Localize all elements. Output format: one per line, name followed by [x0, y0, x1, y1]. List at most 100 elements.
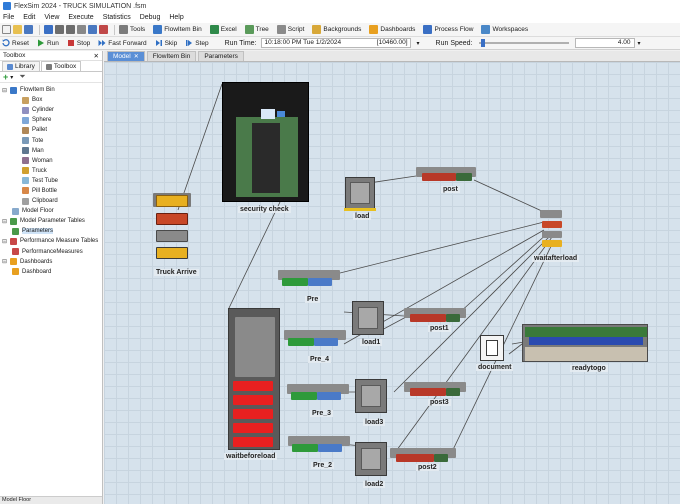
fast-forward-button[interactable]: Fast Forward	[98, 39, 147, 47]
collapse-icon[interactable]: ⊟	[2, 238, 8, 245]
processor-load3[interactable]	[355, 379, 387, 413]
tab-library[interactable]: Library	[2, 61, 40, 71]
queue-waitafterload[interactable]	[536, 208, 566, 250]
processor-post2[interactable]	[390, 448, 456, 464]
tree-item[interactable]: Cylinder	[0, 105, 102, 115]
tree-item[interactable]: ⊟ Performance Measure Tables	[0, 236, 102, 246]
woman-icon	[22, 157, 29, 165]
processor-load1[interactable]	[352, 301, 384, 335]
color-icon[interactable]	[99, 25, 108, 34]
create-objects-icon[interactable]	[77, 25, 86, 34]
tree-item[interactable]: ⊟ FlowItem Bin	[0, 85, 102, 95]
tab-toolbox[interactable]: Toolbox	[40, 61, 82, 71]
tree-item[interactable]: Test Tube	[0, 176, 102, 186]
tree-item[interactable]: Tote	[0, 135, 102, 145]
add-dropdown-icon[interactable]: ▾	[10, 74, 13, 81]
collapse-icon[interactable]: ⊟	[2, 218, 8, 225]
menu-execute[interactable]: Execute	[68, 14, 93, 21]
collapse-icon[interactable]: ⊟	[2, 258, 8, 265]
tree-item[interactable]: Pallet	[0, 125, 102, 135]
menu-help[interactable]: Help	[169, 14, 183, 21]
filter-icon[interactable]: ⏷	[19, 72, 25, 82]
layout-icon[interactable]	[88, 25, 97, 34]
tab-flowitem-bin[interactable]: FlowItem Bin	[146, 51, 197, 61]
processor-pre-3[interactable]	[287, 384, 353, 406]
connect-mode-icon[interactable]	[55, 25, 64, 34]
tree-item[interactable]: ⊟ Model Parameter Tables	[0, 216, 102, 226]
readytogo-floor	[525, 347, 647, 361]
run-speed-slider-thumb[interactable]	[481, 39, 486, 47]
tree-item[interactable]: Pill Bottle	[0, 186, 102, 196]
menu-edit[interactable]: Edit	[23, 14, 35, 21]
tree-item[interactable]: Box	[0, 95, 102, 105]
new-file-icon[interactable]	[2, 25, 11, 34]
label-load3: load3	[363, 419, 386, 426]
tree-button[interactable]: Tree	[244, 25, 269, 34]
skip-button[interactable]: Skip	[155, 39, 177, 47]
menu-view[interactable]: View	[44, 14, 59, 21]
load3-machine	[361, 385, 381, 407]
menu-file[interactable]: File	[3, 14, 14, 21]
excel-button[interactable]: Excel	[209, 25, 237, 34]
processor-post3[interactable]	[404, 382, 466, 398]
run-time-field[interactable]: 10:18:00 PM Tue 1/2/2024 [10460.00]	[260, 38, 411, 48]
tree-item[interactable]: Model Floor	[0, 206, 102, 216]
script-button[interactable]: Script	[276, 25, 304, 34]
close-tab-icon[interactable]: ✕	[134, 53, 139, 60]
panel-close-icon[interactable]: ✕	[94, 52, 99, 60]
flowitem-bin-button[interactable]: FlowItem Bin	[153, 25, 202, 34]
dashboards-button[interactable]: Dashboards	[369, 25, 415, 34]
tree-item[interactable]: Parameters	[0, 226, 102, 236]
processor-pre[interactable]	[278, 270, 344, 292]
processor-post[interactable]	[416, 167, 476, 185]
processor-load2[interactable]	[355, 442, 387, 476]
run-time-dropdown-icon[interactable]: ▾	[417, 40, 420, 47]
run-speed-dropdown-icon[interactable]: ▾	[638, 40, 641, 47]
run-speed-field[interactable]: 4.00	[574, 38, 635, 48]
process-flow-button[interactable]: Process Flow	[423, 25, 473, 34]
tab-parameters[interactable]: Parameters	[198, 51, 244, 61]
workspaces-button[interactable]: Workspaces	[481, 25, 528, 34]
process-flow-icon	[423, 25, 433, 34]
run-speed-slider[interactable]	[478, 39, 569, 47]
tree-item-label: Pallet	[32, 127, 48, 134]
tab-model[interactable]: Model ✕	[107, 51, 145, 61]
collapse-icon[interactable]: ⊟	[2, 87, 8, 94]
tree-item[interactable]: Truck	[0, 166, 102, 176]
open-folder-icon[interactable]	[13, 25, 22, 34]
processor-post1[interactable]	[404, 308, 466, 324]
tree-item[interactable]: Woman	[0, 156, 102, 166]
queue-waitbeforeload[interactable]	[228, 308, 280, 450]
model-view[interactable]: Truck Arrive security check load post wa…	[104, 62, 680, 504]
label-document: document	[476, 364, 514, 371]
disconnect-mode-icon[interactable]	[66, 25, 75, 34]
tree-item[interactable]: ⊟ Dashboards	[0, 257, 102, 267]
processor-security-check[interactable]	[222, 82, 309, 202]
tree-item[interactable]: Clipboard	[0, 196, 102, 206]
processor-load[interactable]	[345, 177, 375, 209]
processor-document[interactable]	[480, 335, 504, 361]
backgrounds-button[interactable]: Backgrounds	[312, 25, 361, 34]
step-button[interactable]: Step	[185, 39, 209, 47]
queue-readytogo[interactable]	[522, 324, 648, 362]
menu-debug[interactable]: Debug	[140, 14, 161, 21]
document-tabs: Model ✕ FlowItem Bin Parameters	[104, 51, 680, 62]
tree-item[interactable]: Man	[0, 146, 102, 156]
performance-icon	[10, 237, 17, 245]
stop-button[interactable]: Stop	[67, 39, 90, 47]
tree-item[interactable]: Dashboard	[0, 267, 102, 277]
processor-pre-4[interactable]	[284, 330, 350, 352]
menu-statistics[interactable]: Statistics	[103, 14, 131, 21]
processor-pre-2[interactable]	[288, 436, 354, 458]
run-button[interactable]: Run	[37, 39, 59, 47]
save-icon[interactable]	[24, 25, 33, 34]
tools-button[interactable]: Tools	[119, 25, 145, 34]
reset-button[interactable]: Reset	[2, 39, 29, 47]
add-icon[interactable]: +	[3, 72, 8, 82]
tree-item[interactable]: PerformanceMeasures	[0, 247, 102, 257]
select-mode-icon[interactable]	[44, 25, 53, 34]
source-truck-arrive[interactable]	[148, 185, 200, 265]
tree-item[interactable]: Sphere	[0, 115, 102, 125]
window-title: FlexSim 2024 - TRUCK SIMULATION .fsm	[14, 2, 147, 10]
tree-item-label: Box	[32, 97, 43, 104]
